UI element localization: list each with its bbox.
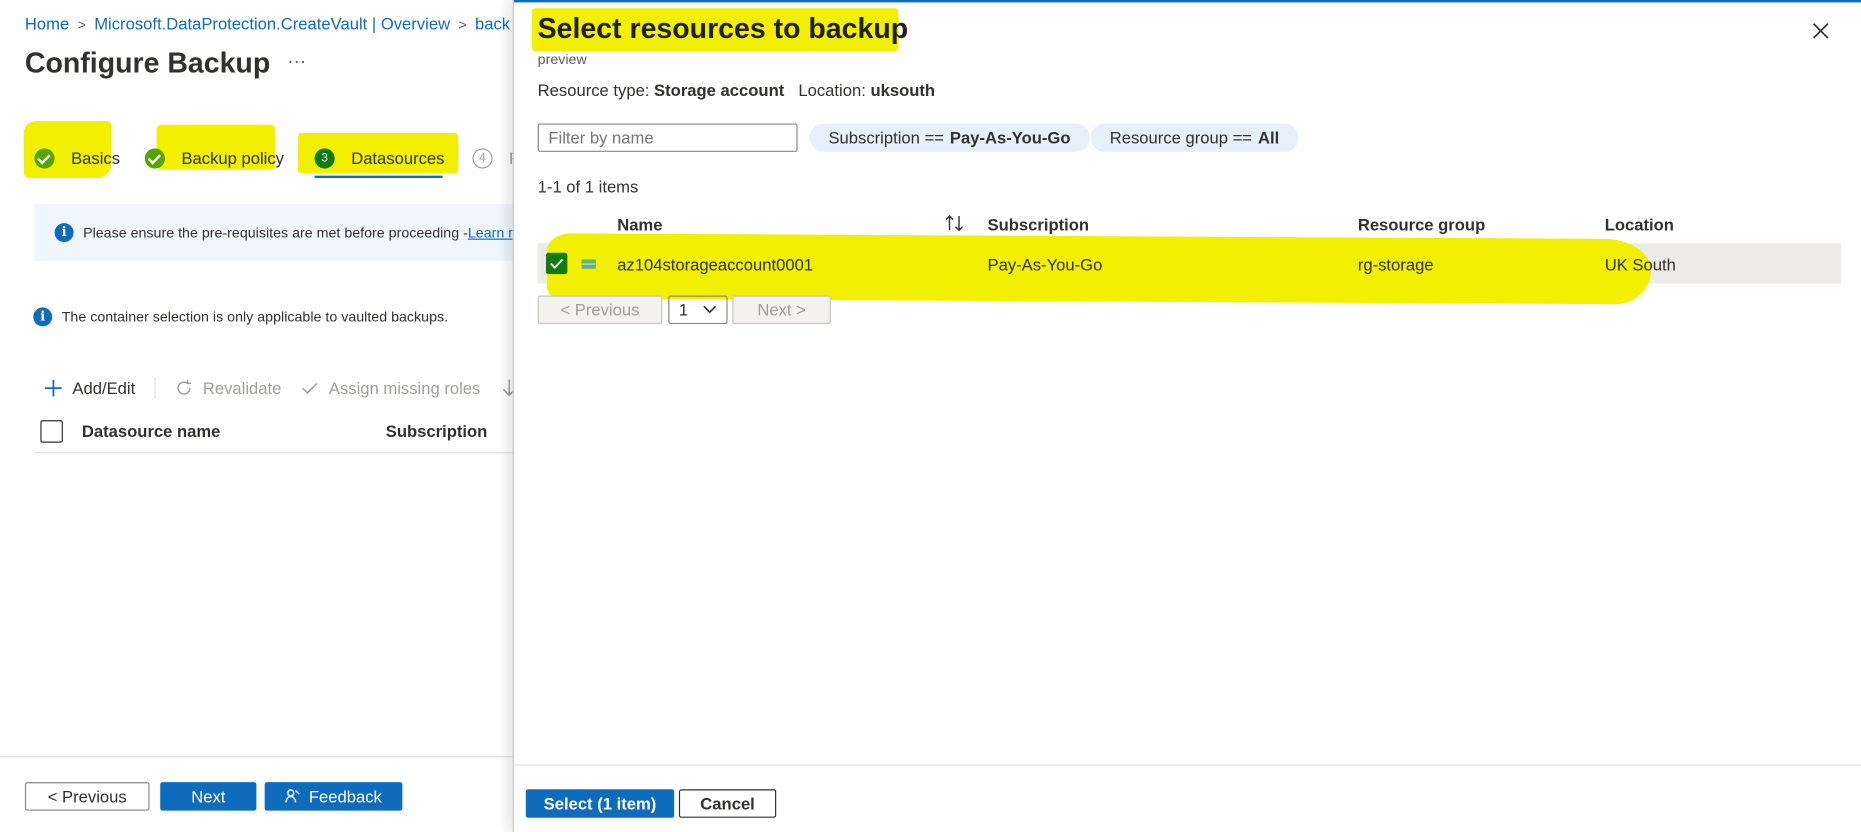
select-all-checkbox[interactable] <box>40 420 63 443</box>
sort-arrows-icon <box>945 215 964 232</box>
filter-by-name-input[interactable] <box>537 123 798 152</box>
datasource-toolbar: Add/Edit Revalidate Assign missing roles… <box>44 377 559 399</box>
page-select-value: 1 <box>678 300 689 320</box>
step-number-icon: 4 <box>472 148 493 169</box>
row-location: UK South <box>1604 255 1676 275</box>
tab-label: Datasources <box>351 148 445 168</box>
step-number-icon: 3 <box>314 148 335 169</box>
breadcrumb-vault[interactable]: Microsoft.DataProtection.CreateVault | O… <box>94 14 450 33</box>
pill-label: Subscription == <box>828 128 944 148</box>
check-circle-icon <box>144 148 165 169</box>
resource-type-label: Resource type: <box>537 80 650 100</box>
column-header-subscription[interactable]: Subscription <box>386 421 488 440</box>
pill-value: All <box>1257 128 1280 148</box>
add-edit-button[interactable]: Add/Edit <box>44 379 135 398</box>
cancel-button[interactable]: Cancel <box>678 789 777 818</box>
info-icon: i <box>33 307 53 327</box>
column-header-location[interactable]: Location <box>1605 215 1674 234</box>
row-checkbox[interactable] <box>545 252 568 275</box>
subscription-filter-pill[interactable]: Subscription == Pay-As-You-Go <box>809 123 1090 152</box>
prerequisites-banner: i Please ensure the pre-requisites are m… <box>34 204 516 262</box>
checkmark-icon <box>302 382 318 394</box>
panel-title: Select resources to backup <box>537 13 909 46</box>
select-button[interactable]: Select (1 item) <box>525 789 675 818</box>
breadcrumb-current[interactable]: back <box>475 14 510 33</box>
active-tab-indicator <box>314 175 443 179</box>
chevron-right-icon: > <box>77 16 86 34</box>
breadcrumb-home[interactable]: Home <box>25 14 69 33</box>
revalidate-label: Revalidate <box>202 378 282 398</box>
info-icon: i <box>54 223 74 243</box>
row-resource-group: rg-storage <box>1357 255 1434 275</box>
pager-next-button[interactable]: Next > <box>732 295 831 325</box>
previous-button[interactable]: < Previous <box>24 782 150 811</box>
refresh-icon <box>177 379 192 395</box>
page-select[interactable]: 1 <box>668 295 728 325</box>
pager-previous-button[interactable]: < Previous <box>537 295 663 325</box>
row-subscription: Pay-As-You-Go <box>987 255 1103 275</box>
tab-backup-policy[interactable]: Backup policy <box>144 147 285 169</box>
check-circle-icon <box>34 148 55 169</box>
checkmark-icon <box>550 258 564 270</box>
toolbar-divider <box>154 377 156 399</box>
add-edit-label: Add/Edit <box>72 378 136 398</box>
table-divider <box>34 452 513 454</box>
more-options-button[interactable]: ··· <box>287 52 306 73</box>
location-label: Location: <box>798 80 866 100</box>
storage-account-icon <box>581 256 597 277</box>
tab-label: Backup policy <box>181 148 285 168</box>
chevron-right-icon: > <box>458 16 467 34</box>
tab-basics[interactable]: Basics <box>34 147 121 169</box>
panel-subtitle: preview <box>537 51 587 68</box>
panel-footer-divider <box>513 764 1861 766</box>
next-button[interactable]: Next <box>160 782 257 811</box>
resource-group-filter-pill[interactable]: Resource group == All <box>1090 123 1299 152</box>
revalidate-button[interactable]: Revalidate <box>174 379 281 398</box>
feedback-button[interactable]: Feedback <box>264 782 403 811</box>
row-name[interactable]: az104storageaccount0001 <box>617 255 813 274</box>
resource-type-value: Storage account <box>654 80 785 100</box>
column-header-subscription[interactable]: Subscription <box>988 215 1090 234</box>
chevron-down-icon <box>703 305 717 314</box>
pill-label: Resource group == <box>1109 128 1253 148</box>
storage-account-icon-shape <box>581 259 597 269</box>
tab-datasources[interactable]: 3 Datasources <box>314 147 445 169</box>
page-title: Configure Backup <box>24 47 271 80</box>
close-button[interactable] <box>1811 21 1830 46</box>
feedback-label: Feedback <box>308 786 382 806</box>
item-count: 1-1 of 1 items <box>537 176 639 196</box>
column-header-resource-group[interactable]: Resource group <box>1358 215 1485 234</box>
assign-missing-roles-button[interactable]: Assign missing roles <box>300 379 480 398</box>
note-text: The container selection is only applicab… <box>61 308 449 326</box>
resource-info: Resource type: Storage account Location:… <box>538 81 935 100</box>
banner-text: Please ensure the pre-requisites are met… <box>83 224 468 241</box>
footer-divider <box>0 756 513 758</box>
assign-roles-label: Assign missing roles <box>328 378 481 398</box>
column-header-datasource-name[interactable]: Datasource name <box>82 421 221 440</box>
location-value: uksouth <box>870 80 936 100</box>
feedback-icon <box>285 789 300 803</box>
select-resources-panel: Select resources to backup preview Resou… <box>512 0 1861 832</box>
close-icon <box>1812 23 1829 39</box>
plus-icon <box>45 379 62 397</box>
pill-value: Pay-As-You-Go <box>949 128 1071 148</box>
container-note: i The container selection is only applic… <box>33 307 449 327</box>
breadcrumb: Home > Microsoft.DataProtection.CreateVaul… <box>25 14 510 33</box>
tab-label: Basics <box>71 148 121 168</box>
panel-top-border <box>513 0 1861 3</box>
learn-more-link[interactable]: Learn mo <box>468 224 515 241</box>
column-header-name[interactable]: Name <box>617 215 662 234</box>
